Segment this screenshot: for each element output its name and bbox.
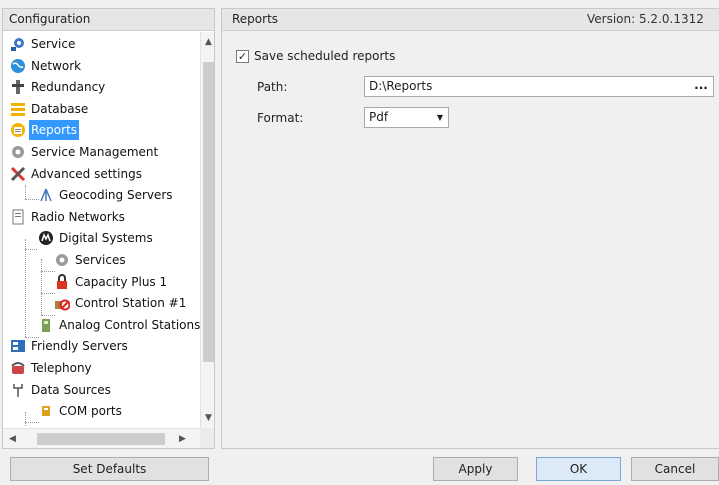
- tree-item-label: Radio Networks: [31, 209, 125, 224]
- tree-item-database[interactable]: Database: [10, 99, 90, 119]
- reports-panel: Reports Version: 5.2.0.1312 ✓ Save sched…: [221, 8, 719, 449]
- tree-item-reports[interactable]: Reports: [10, 120, 80, 141]
- path-value: D:\Reports: [369, 79, 433, 93]
- tree-item-label: Services: [75, 253, 126, 267]
- com-port-icon: [38, 403, 54, 419]
- save-scheduled-reports-checkbox[interactable]: ✓ Save scheduled reports: [236, 49, 395, 63]
- version-label: Version: 5.2.0.1312: [587, 12, 704, 26]
- tree-item-service[interactable]: Service: [10, 34, 77, 54]
- tree-item-services[interactable]: Services: [54, 250, 128, 270]
- path-label: Path:: [257, 80, 288, 94]
- vertical-scroll-thumb[interactable]: [203, 62, 214, 362]
- scroll-up-arrow-icon[interactable]: ▲: [201, 34, 214, 50]
- tree-item-telephony[interactable]: Telephony: [10, 358, 94, 378]
- tree-item-label: Service: [31, 37, 76, 51]
- data-sources-icon: [10, 382, 26, 398]
- format-dropdown[interactable]: Pdf ▼: [364, 107, 449, 128]
- tree-item-control-station-1[interactable]: Control Station #1: [54, 293, 188, 313]
- globe-icon: [10, 58, 26, 74]
- tree-item-friendly-servers[interactable]: Friendly Servers: [10, 336, 130, 356]
- ok-button[interactable]: OK: [536, 457, 621, 481]
- tree-item-label: Advanced settings: [31, 166, 142, 181]
- radio-networks-icon: [10, 209, 26, 225]
- analog-radio-icon: [38, 317, 54, 333]
- friendly-servers-icon: [10, 338, 26, 354]
- tree-item-label: Geocoding Servers: [59, 188, 173, 203]
- cancel-button[interactable]: Cancel: [631, 457, 719, 481]
- tree-item-label: Data Sources: [31, 382, 111, 397]
- tools-icon: [10, 166, 26, 182]
- tree-horizontal-scrollbar[interactable]: ◀ ▶: [3, 428, 200, 448]
- tree-item-com-ports[interactable]: COM ports: [38, 401, 124, 421]
- reports-icon: [10, 122, 26, 138]
- service-icon: [10, 36, 26, 52]
- checkbox-check-icon[interactable]: ✓: [236, 49, 249, 63]
- horizontal-scroll-thumb[interactable]: [37, 433, 165, 445]
- tree-item-capacity-plus-1[interactable]: Capacity Plus 1: [54, 272, 169, 292]
- apply-button[interactable]: Apply: [433, 457, 518, 481]
- tree-item-service-management[interactable]: Service Management: [10, 142, 160, 162]
- scroll-left-arrow-icon[interactable]: ◀: [5, 431, 20, 447]
- tree-item-digital-systems[interactable]: Digital Systems: [38, 228, 155, 248]
- tree-item-advanced-settings[interactable]: Advanced settings: [10, 164, 144, 184]
- tree-item-label: Network: [31, 58, 82, 73]
- tree-item-label: COM ports: [59, 404, 122, 419]
- tree-item-radio-networks[interactable]: Radio Networks: [10, 207, 127, 227]
- tree-item-network[interactable]: Network: [10, 56, 83, 76]
- dropdown-arrow-icon[interactable]: ▼: [437, 108, 443, 127]
- tree-item-analog-control-stations[interactable]: Analog Control Stations: [38, 315, 200, 335]
- save-scheduled-reports-label: Save scheduled reports: [254, 49, 396, 63]
- gear-icon: [54, 252, 70, 268]
- motorola-icon: [38, 230, 54, 246]
- tree-item-label: Service Management: [31, 145, 159, 159]
- configuration-header: Configuration: [3, 9, 214, 31]
- tree-item-geocoding-servers[interactable]: Geocoding Servers: [38, 185, 175, 205]
- geocoding-icon: [38, 187, 54, 203]
- browse-ellipsis-button[interactable]: ...: [693, 77, 709, 96]
- path-input[interactable]: D:\Reports ...: [364, 76, 714, 97]
- configuration-tree: Service Network Redundancy Database Reports S…: [3, 32, 200, 428]
- tree-item-redundancy[interactable]: Redundancy: [10, 77, 107, 97]
- tree-item-label: Control Station #1: [75, 296, 187, 311]
- tree-item-label: Digital Systems: [59, 231, 153, 246]
- format-label: Format:: [257, 111, 304, 125]
- gear-icon: [10, 144, 26, 160]
- tree-item-label: Database: [31, 101, 89, 116]
- tree-item-label: Redundancy: [31, 80, 106, 95]
- reports-header: Reports Version: 5.2.0.1312: [222, 9, 719, 31]
- tree-item-label: Telephony: [31, 361, 92, 375]
- capacity-lock-icon: [54, 273, 70, 290]
- set-defaults-button[interactable]: Set Defaults: [10, 457, 209, 481]
- scroll-down-arrow-icon[interactable]: ▼: [201, 410, 214, 426]
- database-icon: [10, 101, 26, 117]
- control-station-icon: [54, 295, 71, 311]
- tree-item-label: Friendly Servers: [31, 339, 128, 354]
- reports-title: Reports: [232, 12, 279, 26]
- redundancy-icon: [10, 79, 26, 95]
- tree-vertical-scrollbar[interactable]: ▲ ▼: [200, 32, 214, 428]
- telephone-icon: [10, 360, 26, 376]
- scroll-right-arrow-icon[interactable]: ▶: [175, 431, 190, 447]
- scrollbar-corner: [200, 428, 214, 448]
- tree-item-label: Capacity Plus 1: [75, 274, 168, 289]
- tree-item-label: Analog Control Stations: [59, 317, 200, 332]
- format-value: Pdf: [369, 110, 389, 124]
- tree-item-label: Reports: [29, 120, 80, 141]
- configuration-panel: Configuration Service Network Redundancy Da…: [2, 8, 215, 449]
- tree-item-data-sources[interactable]: Data Sources: [10, 380, 113, 400]
